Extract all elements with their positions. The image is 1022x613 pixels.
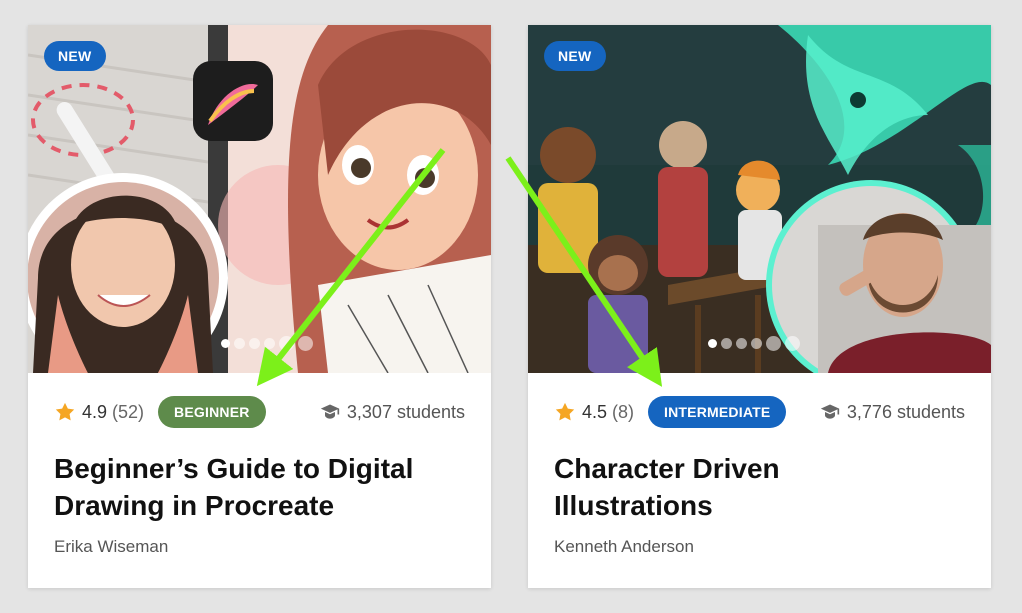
student-count-label: 3,776 students [846, 401, 965, 422]
carousel-dot[interactable] [234, 338, 245, 349]
course-title[interactable]: Character Driven Illustrations [554, 450, 974, 524]
carousel-dots [708, 336, 800, 351]
review-count: (52) [112, 401, 145, 422]
carousel-dot[interactable] [708, 339, 717, 348]
level-badge: INTERMEDIATE [648, 396, 787, 428]
rating-value: 4.9 [82, 401, 108, 422]
instructor-name[interactable]: Erika Wiseman [54, 537, 168, 557]
review-count: (8) [612, 401, 635, 422]
star-icon [55, 402, 75, 421]
carousel-dot[interactable] [264, 338, 275, 349]
course-meta: 4.9 (52) BEGINNER 3,307 students [54, 395, 465, 429]
graduate-icon [820, 404, 840, 419]
course-title-line: Character Driven [554, 453, 780, 484]
course-thumbnail-art [528, 25, 991, 373]
carousel-dot[interactable] [221, 339, 230, 348]
course-title-line: Illustrations [554, 490, 713, 521]
graduate-icon [320, 404, 340, 419]
rating-value: 4.5 [582, 401, 608, 422]
new-badge: NEW [44, 41, 106, 71]
level-badge: BEGINNER [158, 396, 266, 428]
carousel-dot[interactable] [751, 338, 762, 349]
star-icon [555, 402, 575, 421]
student-count-label: 3,307 students [346, 401, 465, 422]
carousel-dot[interactable] [785, 336, 800, 351]
student-count: 3,307 students [320, 402, 465, 423]
course-thumbnail-art [28, 25, 491, 373]
carousel-dot[interactable] [766, 336, 781, 351]
course-thumbnail[interactable]: NEW [528, 25, 991, 373]
carousel-dot[interactable] [249, 338, 260, 349]
student-count: 3,776 students [820, 402, 965, 423]
course-thumbnail[interactable]: NEW [28, 25, 491, 373]
carousel-dot[interactable] [736, 338, 747, 349]
course-card[interactable]: NEW 4.9 (52) BEGINNER 3,307 students Beg… [28, 25, 491, 588]
course-card[interactable]: NEW 4.5 (8) INTERMEDIATE 3,776 students … [528, 25, 991, 588]
course-title-line: Beginner’s Guide to Digital [54, 453, 414, 484]
carousel-dot[interactable] [279, 336, 294, 351]
course-title[interactable]: Beginner’s Guide to Digital Drawing in P… [54, 450, 474, 524]
course-meta: 4.5 (8) INTERMEDIATE 3,776 students [554, 395, 965, 429]
carousel-dot[interactable] [721, 338, 732, 349]
instructor-name[interactable]: Kenneth Anderson [554, 537, 694, 557]
carousel-dot[interactable] [298, 336, 313, 351]
new-badge: NEW [544, 41, 606, 71]
course-title-line: Drawing in Procreate [54, 490, 335, 521]
carousel-dots [221, 336, 313, 351]
